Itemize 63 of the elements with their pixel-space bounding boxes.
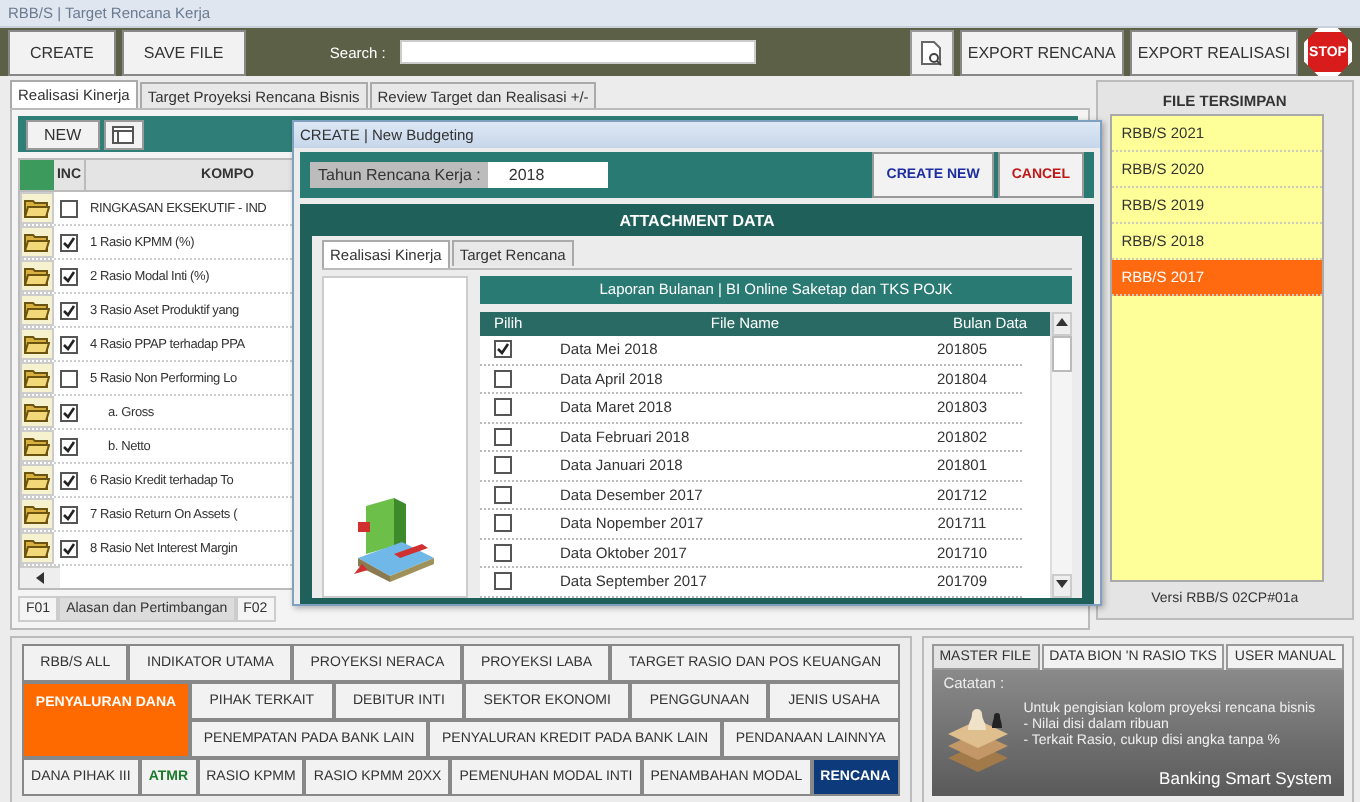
section-title: ATTACHMENT DATA xyxy=(617,212,777,234)
open-folder-button[interactable] xyxy=(20,294,54,326)
checkbox[interactable] xyxy=(494,398,512,417)
open-folder-button[interactable] xyxy=(20,328,54,360)
brand-label: Banking Smart System xyxy=(1159,768,1332,788)
open-folder-button[interactable] xyxy=(20,498,54,530)
open-folder-button[interactable] xyxy=(20,464,54,496)
scrollbar[interactable] xyxy=(20,566,60,588)
checkbox[interactable] xyxy=(60,539,78,557)
folder-icon xyxy=(24,300,50,320)
folder-icon xyxy=(24,198,50,218)
checkbox[interactable] xyxy=(60,437,78,455)
scrollbar[interactable] xyxy=(1050,312,1072,597)
scroll-down-icon[interactable] xyxy=(1056,579,1068,587)
export-button[interactable]: EXPORT RENCANA xyxy=(959,29,1124,75)
scroll-thumb[interactable] xyxy=(1052,336,1072,372)
window-icon xyxy=(112,125,135,143)
folder-icon xyxy=(24,334,50,354)
checkbox[interactable] xyxy=(494,340,512,359)
toolbar-button[interactable]: SAVE FILE xyxy=(121,29,246,75)
folder-icon xyxy=(24,470,50,490)
open-folder-button[interactable] xyxy=(20,260,54,292)
open-folder-button[interactable] xyxy=(20,226,54,258)
checkbox[interactable] xyxy=(60,301,78,319)
checkbox[interactable] xyxy=(60,267,78,285)
folder-icon xyxy=(24,368,50,388)
checkbox[interactable] xyxy=(494,456,512,475)
search-field[interactable] xyxy=(399,40,756,64)
checkbox[interactable] xyxy=(494,485,512,504)
folder-icon xyxy=(24,538,50,558)
checkbox[interactable] xyxy=(60,403,78,421)
open-folder-button[interactable] xyxy=(20,430,54,462)
checkbox[interactable] xyxy=(60,335,78,353)
checkbox[interactable] xyxy=(60,233,78,251)
scroll-left-icon[interactable] xyxy=(35,572,45,584)
folder-icon xyxy=(24,266,50,286)
open-folder-button[interactable] xyxy=(20,396,54,428)
folder-icon xyxy=(24,436,50,456)
folder-icon xyxy=(24,232,50,252)
checkbox[interactable] xyxy=(60,471,78,489)
preview-button[interactable] xyxy=(909,29,954,75)
checkbox[interactable] xyxy=(60,505,78,523)
window-button[interactable] xyxy=(103,119,144,149)
header-cell xyxy=(20,160,54,190)
checkbox[interactable] xyxy=(494,369,512,388)
folder-icon xyxy=(24,504,50,524)
checkbox[interactable] xyxy=(494,427,512,446)
open-folder-button[interactable] xyxy=(20,532,54,564)
toolbar-button[interactable]: CREATE xyxy=(8,29,116,75)
checkbox[interactable] xyxy=(60,199,78,217)
folder-icon xyxy=(24,402,50,422)
open-folder-button[interactable] xyxy=(20,192,54,224)
checkbox[interactable] xyxy=(494,572,512,591)
year-label: Tahun Rencana Kerja : xyxy=(310,162,489,188)
document-search-icon xyxy=(919,39,944,65)
export-button[interactable]: EXPORT REALISASI xyxy=(1129,29,1298,75)
checkbox[interactable] xyxy=(60,369,78,387)
open-folder-button[interactable] xyxy=(20,362,54,394)
scroll-up-icon[interactable] xyxy=(1056,318,1068,326)
new-button[interactable]: NEW xyxy=(26,119,100,149)
checkbox[interactable] xyxy=(494,543,512,562)
checkbox[interactable] xyxy=(494,514,512,533)
year-field[interactable]: 2018 xyxy=(488,162,609,188)
